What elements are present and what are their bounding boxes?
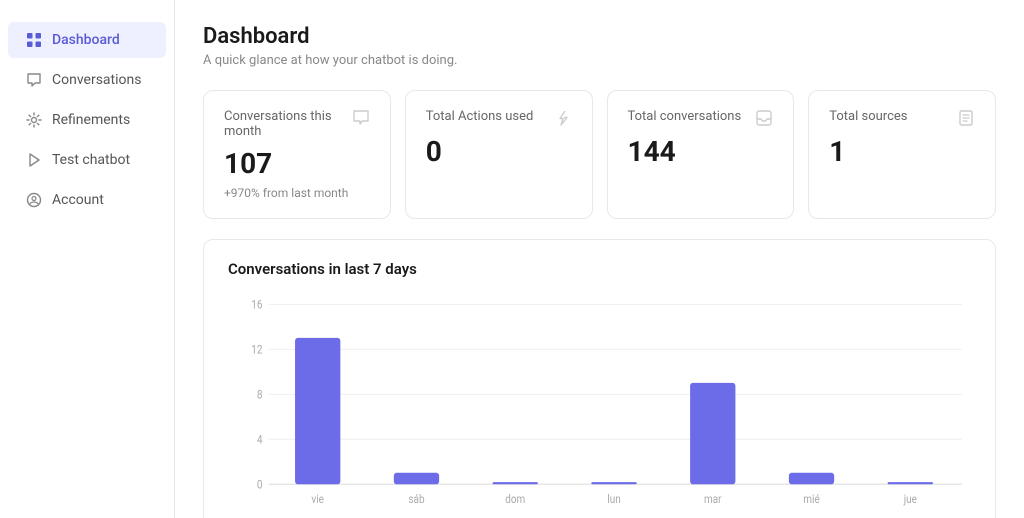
stat-label: Conversations this month: [224, 109, 352, 139]
bar-dom: [493, 482, 538, 484]
stat-label: Total sources: [829, 109, 907, 124]
chart-area: 16 12 8 4 0: [228, 294, 971, 518]
svg-text:16: 16: [251, 298, 262, 312]
svg-text:sáb: sáb: [408, 492, 424, 506]
svg-text:dom: dom: [505, 492, 525, 506]
svg-text:8: 8: [257, 388, 263, 402]
sidebar-item-label: Refinements: [52, 112, 130, 128]
stat-label: Total Actions used: [426, 109, 534, 124]
bar-mie: [789, 473, 834, 485]
sidebar-item-account[interactable]: Account: [8, 182, 166, 218]
svg-text:lun: lun: [607, 492, 620, 506]
stat-value: 1: [829, 137, 975, 168]
sidebar: Dashboard Conversations Refinements Test…: [0, 0, 175, 518]
stats-grid: Conversations this month 107 +970% from …: [203, 90, 996, 219]
bar-chart: 16 12 8 4 0: [228, 294, 971, 518]
bar-sab: [394, 473, 439, 485]
bar-jue: [888, 482, 933, 484]
bar-vie: [295, 338, 340, 484]
grid-icon: [26, 32, 42, 48]
stat-card-total-conversations: Total conversations 144: [607, 90, 795, 219]
stat-value: 144: [628, 137, 774, 168]
chat-bubble-icon: [26, 72, 42, 88]
user-circle-icon: [26, 192, 42, 208]
play-icon: [26, 152, 42, 168]
stat-card-total-sources: Total sources 1: [808, 90, 996, 219]
bolt-icon: [554, 109, 572, 127]
svg-text:vie: vie: [311, 492, 324, 506]
settings-icon: [26, 112, 42, 128]
stat-card-header: Total Actions used: [426, 109, 572, 127]
sidebar-item-conversations[interactable]: Conversations: [8, 62, 166, 98]
bar-mar: [690, 383, 735, 484]
stat-card-total-actions: Total Actions used 0: [405, 90, 593, 219]
sidebar-item-label: Conversations: [52, 72, 141, 88]
bar-lun: [591, 482, 636, 484]
sidebar-item-label: Account: [52, 192, 104, 208]
svg-text:12: 12: [251, 343, 262, 357]
chat-icon: [352, 109, 370, 127]
sidebar-item-test-chatbot[interactable]: Test chatbot: [8, 142, 166, 178]
stat-label: Total conversations: [628, 109, 742, 124]
chart-title: Conversations in last 7 days: [228, 260, 971, 278]
sidebar-item-refinements[interactable]: Refinements: [8, 102, 166, 138]
svg-text:mar: mar: [704, 492, 722, 506]
inbox-icon: [755, 109, 773, 127]
svg-text:jue: jue: [903, 492, 917, 506]
main-content: Dashboard A quick glance at how your cha…: [175, 0, 1024, 518]
svg-text:4: 4: [257, 433, 263, 447]
sidebar-item-dashboard[interactable]: Dashboard: [8, 22, 166, 58]
stat-sub: +970% from last month: [224, 186, 370, 200]
book-icon: [957, 109, 975, 127]
page-title: Dashboard: [203, 24, 996, 49]
page-subtitle: A quick glance at how your chatbot is do…: [203, 53, 996, 68]
stat-card-header: Total sources: [829, 109, 975, 127]
svg-text:mié: mié: [803, 492, 820, 506]
stat-value: 107: [224, 149, 370, 180]
sidebar-item-label: Test chatbot: [52, 152, 130, 168]
stat-card-header: Total conversations: [628, 109, 774, 127]
stat-card-conversations-this-month: Conversations this month 107 +970% from …: [203, 90, 391, 219]
stat-card-header: Conversations this month: [224, 109, 370, 139]
svg-text:0: 0: [257, 478, 263, 492]
chart-card: Conversations in last 7 days 16 12 8 4 0: [203, 239, 996, 518]
stat-value: 0: [426, 137, 572, 168]
sidebar-item-label: Dashboard: [52, 32, 120, 48]
